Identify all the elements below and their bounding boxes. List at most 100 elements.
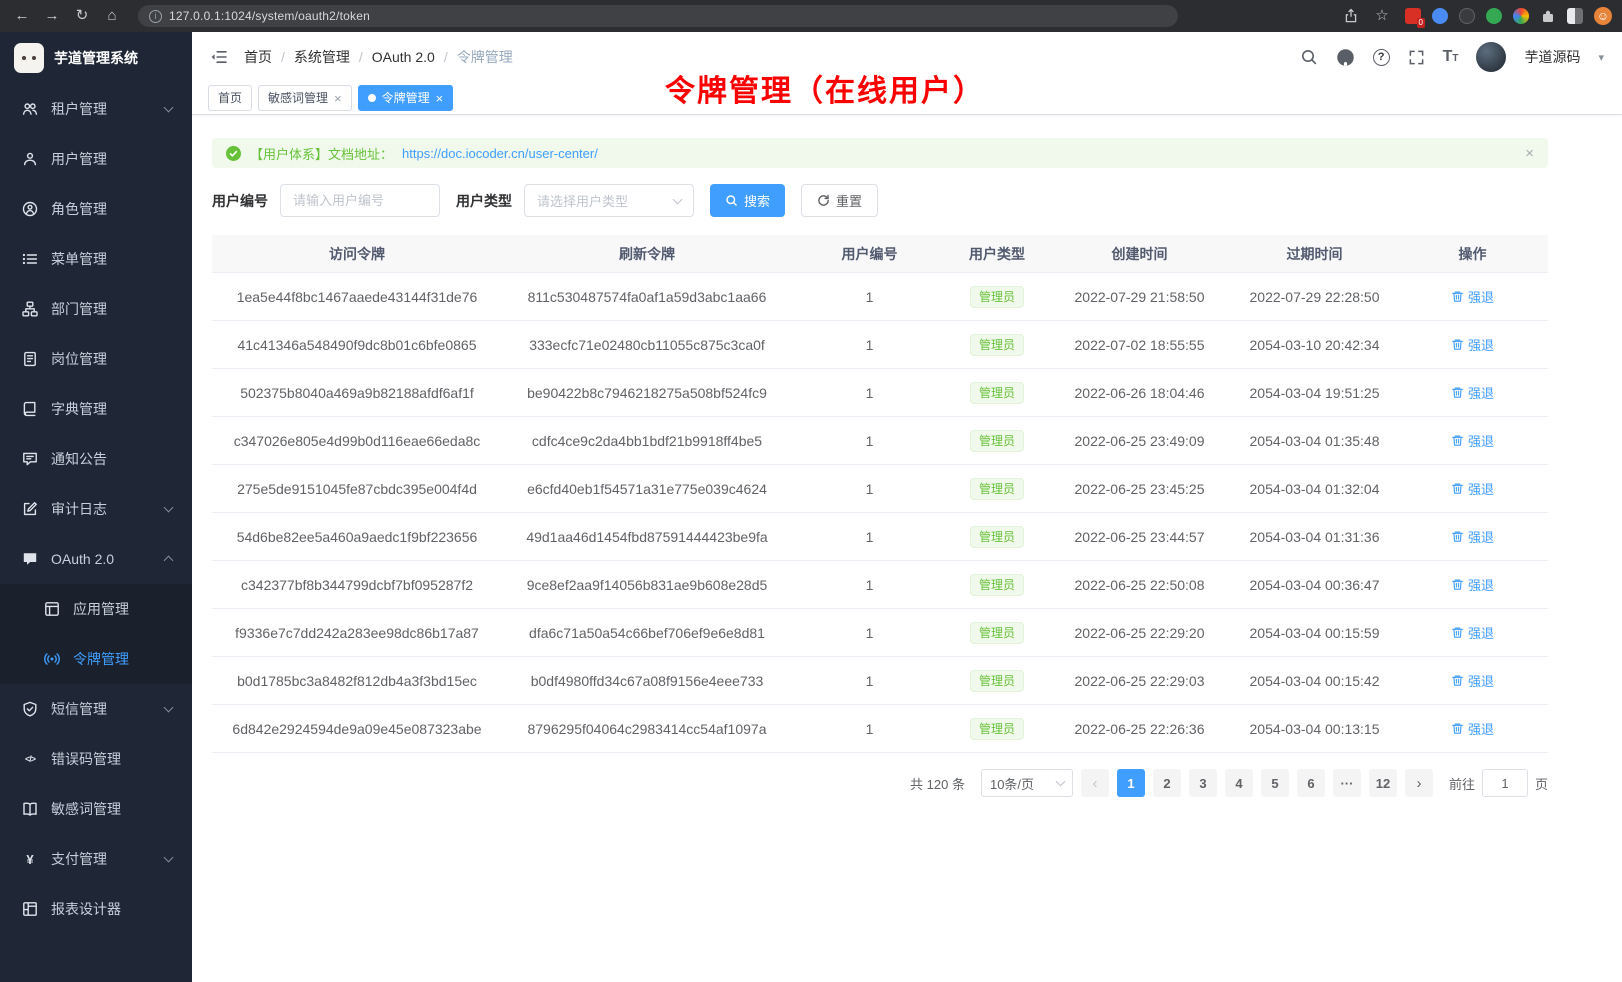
sidebar-item-errcode[interactable]: </> 错误码管理 [0,734,192,784]
search-icon[interactable] [1300,48,1318,66]
page-button-1[interactable]: 1 [1117,769,1145,797]
user-avatar[interactable] [1476,42,1506,72]
sidebar-fold-icon[interactable] [210,48,228,66]
open-book-icon [22,801,38,817]
sidebar-item-dept[interactable]: 部门管理 [0,284,192,334]
extensions-puzzle-icon[interactable] [1540,8,1556,24]
search-button[interactable]: 搜索 [710,184,785,217]
user-type-select[interactable]: 请选择用户类型 [524,184,694,217]
profile-avatar-icon[interactable]: ☺ [1594,7,1612,25]
force-logout-button[interactable]: 强退 [1451,623,1494,642]
created-time-cell: 2022-06-26 18:04:46 [1047,385,1232,401]
share-icon[interactable] [1343,8,1359,24]
tab-home[interactable]: 首页 [208,85,252,111]
sidebar-item-post[interactable]: 岗位管理 [0,334,192,384]
action-cell: 强退 [1397,431,1548,450]
user-name[interactable]: 芋道源码 [1524,47,1580,67]
sidebar-item-report-designer[interactable]: 报表设计器 [0,884,192,934]
sidebar-item-sensitive-word[interactable]: 敏感词管理 [0,784,192,834]
page-button-2[interactable]: 2 [1153,769,1181,797]
sidebar-item-oauth[interactable]: OAuth 2.0 [0,534,192,584]
sidebar-item-oauth-token[interactable]: 令牌管理 [0,634,192,684]
url-text: 127.0.0.1:1024/system/oauth2/token [169,9,370,23]
success-check-icon [226,146,241,161]
sidebar-item-notice[interactable]: 通知公告 [0,434,192,484]
fullscreen-icon[interactable] [1408,49,1425,66]
browser-back-icon[interactable]: ← [10,0,34,32]
reset-button[interactable]: 重置 [801,184,878,217]
alert-close-icon[interactable]: × [1525,145,1534,162]
goto-page-input[interactable] [1482,769,1528,797]
close-icon[interactable]: × [334,92,342,105]
access-token-cell: 54d6be82ee5a460a9aedc1f9bf223656 [212,529,502,545]
close-icon[interactable]: × [436,92,444,105]
sidebar-item-oauth-app[interactable]: 应用管理 [0,584,192,634]
force-logout-button[interactable]: 强退 [1451,431,1494,450]
trash-icon [1451,626,1464,639]
sidebar-item-dict[interactable]: 字典管理 [0,384,192,434]
sidebar-item-audit-log[interactable]: 审计日志 [0,484,192,534]
force-logout-button[interactable]: 强退 [1451,575,1494,594]
force-logout-button[interactable]: 强退 [1451,479,1494,498]
extension-badge: 0 [1417,18,1425,28]
annotation-text: 令牌管理（在线用户） [665,66,985,110]
extension-icon-blue[interactable] [1432,8,1448,24]
site-info-icon[interactable]: i [149,10,162,23]
app-logo-row[interactable]: 芋道管理系统 [0,32,192,84]
help-icon[interactable]: ? [1373,49,1390,66]
page-size-select[interactable]: 10条/页 [981,769,1073,797]
table-header-row: 访问令牌 刷新令牌 用户编号 用户类型 创建时间 过期时间 操作 [212,235,1548,273]
user-id-label: 用户编号 [212,191,268,211]
action-cell: 强退 [1397,335,1548,354]
address-bar[interactable]: i 127.0.0.1:1024/system/oauth2/token [138,5,1178,27]
sidebar-item-label: 令牌管理 [73,649,129,669]
force-logout-button[interactable]: 强退 [1451,671,1494,690]
page-button-12[interactable]: 12 [1369,769,1397,797]
sidebar-item-pay[interactable]: ¥ 支付管理 [0,834,192,884]
font-size-icon[interactable]: TT [1443,49,1459,65]
force-logout-button[interactable]: 强退 [1451,527,1494,546]
sidebar-item-user[interactable]: 用户管理 [0,134,192,184]
prev-page-button[interactable]: ‹ [1081,769,1109,797]
extension-icon-red[interactable]: 0 [1405,8,1421,24]
breadcrumb-home[interactable]: 首页 [244,47,272,67]
expire-time-cell: 2054-03-04 00:36:47 [1232,577,1397,593]
user-type-badge: 管理员 [970,478,1024,500]
sidebar-item-sms[interactable]: 短信管理 [0,684,192,734]
user-id-input[interactable] [280,184,440,217]
page-ellipsis-button[interactable]: ··· [1333,769,1361,797]
doc-link[interactable]: https://doc.iocoder.cn/user-center/ [402,146,598,161]
force-logout-button[interactable]: 强退 [1451,287,1494,306]
page-button-6[interactable]: 6 [1297,769,1325,797]
force-logout-button[interactable]: 强退 [1451,383,1494,402]
browser-forward-icon[interactable]: → [40,0,64,32]
split-view-icon[interactable] [1567,8,1583,24]
tab-sensitive-word[interactable]: 敏感词管理× [258,85,352,111]
force-logout-button[interactable]: 强退 [1451,335,1494,354]
browser-reload-icon[interactable]: ↻ [70,0,94,32]
next-page-button[interactable]: › [1405,769,1433,797]
page-button-3[interactable]: 3 [1189,769,1217,797]
breadcrumb-oauth[interactable]: OAuth 2.0 [372,49,435,65]
bookmark-star-icon[interactable]: ☆ [1370,0,1394,32]
github-icon[interactable] [1336,48,1355,67]
sidebar-item-tenant[interactable]: 租户管理 [0,84,192,134]
chrome-toolbar-icons: ☆ 0 ☺ [1343,0,1612,32]
extension-icon-dark[interactable] [1459,8,1475,24]
user-type-badge: 管理员 [970,430,1024,452]
extension-icon-colorwheel[interactable] [1513,8,1529,24]
oauth-submenu: 应用管理 令牌管理 [0,584,192,684]
user-menu-caret-icon[interactable]: ▾ [1598,51,1604,64]
search-icon [725,194,738,207]
org-tree-icon [22,301,38,317]
tab-token[interactable]: 令牌管理× [358,85,454,111]
page-button-4[interactable]: 4 [1225,769,1253,797]
extension-icon-green[interactable] [1486,8,1502,24]
sidebar-item-role[interactable]: 角色管理 [0,184,192,234]
page-button-5[interactable]: 5 [1261,769,1289,797]
force-logout-button[interactable]: 强退 [1451,719,1494,738]
breadcrumb-system[interactable]: 系统管理 [294,47,350,67]
sidebar-item-menu[interactable]: 菜单管理 [0,234,192,284]
role-icon [22,201,38,217]
browser-home-icon[interactable]: ⌂ [100,0,124,32]
